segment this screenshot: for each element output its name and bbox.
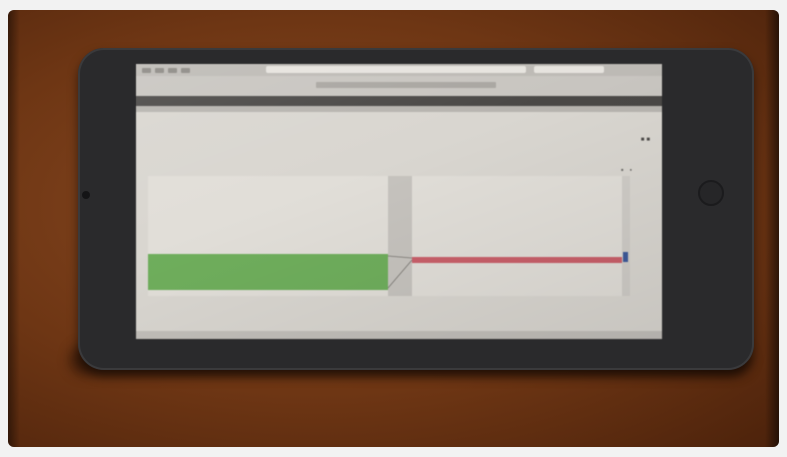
browser-toolbar [136, 64, 662, 76]
desk-right-shadow [765, 10, 779, 447]
browser-search-input[interactable] [534, 66, 604, 73]
diff-scroll-thumb[interactable] [623, 252, 628, 262]
bookmarks-button[interactable] [168, 67, 177, 73]
right-code-line [418, 206, 616, 212]
diff-toolbar: ■ ● [597, 167, 632, 172]
breadcrumb [136, 106, 662, 112]
diff-settings-icon[interactable]: ■ [621, 167, 623, 172]
right-code-line [418, 194, 616, 200]
diff-right-pane [412, 176, 622, 296]
front-camera-icon [82, 191, 90, 199]
right-code-line [418, 242, 616, 248]
right-code-line [418, 218, 616, 224]
forward-button[interactable] [155, 67, 164, 73]
status-bar [136, 331, 662, 339]
right-code-line [418, 182, 616, 188]
left-code-line [154, 218, 380, 224]
tablet-screen: ■■ ■ ● [136, 64, 662, 339]
diff-connector [388, 255, 412, 289]
app-navigation-bar [136, 96, 662, 106]
home-button[interactable] [698, 180, 724, 206]
browser-tab-title[interactable] [316, 82, 496, 88]
expand-collapse-icons[interactable]: ■■ [641, 137, 652, 143]
left-code-line [154, 242, 380, 248]
back-button[interactable] [142, 67, 151, 73]
desk-left-shadow [8, 10, 20, 447]
browser-tab-strip [136, 76, 662, 96]
added-lines-block [148, 254, 388, 290]
diff-scrollbar[interactable] [622, 176, 630, 296]
url-input[interactable] [266, 66, 526, 73]
left-code-line [154, 182, 380, 188]
left-code-line [154, 230, 380, 236]
right-code-line [418, 230, 616, 236]
removed-line-highlight [412, 257, 622, 263]
diff-next-icon[interactable]: ● [630, 167, 632, 172]
share-button[interactable] [181, 67, 190, 73]
left-code-line [154, 194, 380, 200]
left-code-line [154, 206, 380, 212]
